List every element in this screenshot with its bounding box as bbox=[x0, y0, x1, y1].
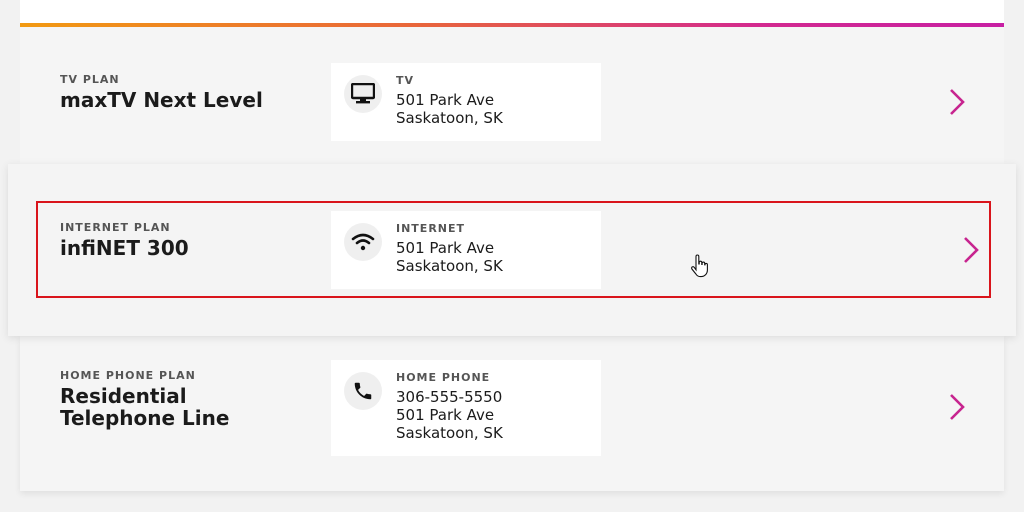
chevron-right-icon[interactable] bbox=[944, 392, 968, 422]
hand-pointer-cursor-icon bbox=[691, 254, 708, 278]
service-box-internet: INTERNET 501 Park Ave Saskatoon, SK bbox=[331, 211, 601, 289]
plans-page: TV PLAN maxTV Next Level TV 501 Park Ave… bbox=[0, 0, 1024, 512]
plan-name: infiNET 300 bbox=[60, 236, 189, 260]
service-info: HOME PHONE 306-555-5550 501 Park Ave Sas… bbox=[396, 371, 503, 442]
plan-name: maxTV Next Level bbox=[60, 88, 263, 112]
service-label: HOME PHONE bbox=[396, 371, 491, 384]
service-address-line: 501 Park Ave bbox=[396, 406, 495, 424]
service-box-tv: TV 501 Park Ave Saskatoon, SK bbox=[331, 63, 601, 141]
phone-icon-circle bbox=[344, 372, 382, 410]
service-info: INTERNET 501 Park Ave Saskatoon, SK bbox=[396, 222, 503, 275]
chevron-right-icon[interactable] bbox=[944, 87, 968, 117]
plan-name-line-1: Residential bbox=[60, 384, 187, 408]
plan-row-tv[interactable]: TV PLAN maxTV Next Level TV 501 Park Ave… bbox=[20, 27, 1004, 164]
plan-text: HOME PHONE PLAN Residential Telephone Li… bbox=[60, 369, 229, 429]
plan-name-line-2: Telephone Line bbox=[60, 406, 230, 430]
service-box-home-phone: HOME PHONE 306-555-5550 501 Park Ave Sas… bbox=[331, 360, 601, 456]
tv-icon-circle bbox=[344, 75, 382, 113]
plan-row-home-phone[interactable]: HOME PHONE PLAN Residential Telephone Li… bbox=[20, 336, 1004, 491]
service-label: TV bbox=[396, 74, 415, 87]
service-phone-number: 306-555-5550 bbox=[396, 388, 503, 406]
wifi-icon-circle bbox=[344, 223, 382, 261]
plan-label: HOME PHONE PLAN bbox=[60, 369, 196, 382]
plan-label: TV PLAN bbox=[60, 73, 120, 86]
plan-row-internet[interactable]: INTERNET PLAN infiNET 300 INTERNET 501 P… bbox=[8, 164, 1016, 336]
service-address-line: 501 Park Ave bbox=[396, 239, 495, 257]
service-city-line: Saskatoon, SK bbox=[396, 109, 503, 127]
plan-text: INTERNET PLAN infiNET 300 bbox=[60, 221, 189, 259]
wifi-icon bbox=[351, 233, 375, 251]
service-city-line: Saskatoon, SK bbox=[396, 424, 503, 442]
service-address-line: 501 Park Ave bbox=[396, 91, 495, 109]
service-info: TV 501 Park Ave Saskatoon, SK bbox=[396, 74, 503, 127]
tv-monitor-icon bbox=[351, 83, 375, 104]
phone-icon bbox=[354, 382, 372, 400]
service-label: INTERNET bbox=[396, 222, 466, 235]
card-top-edge bbox=[20, 0, 1004, 24]
plan-text: TV PLAN maxTV Next Level bbox=[60, 73, 263, 111]
chevron-right-icon[interactable] bbox=[958, 235, 982, 265]
plan-label: INTERNET PLAN bbox=[60, 221, 171, 234]
service-city-line: Saskatoon, SK bbox=[396, 257, 503, 275]
